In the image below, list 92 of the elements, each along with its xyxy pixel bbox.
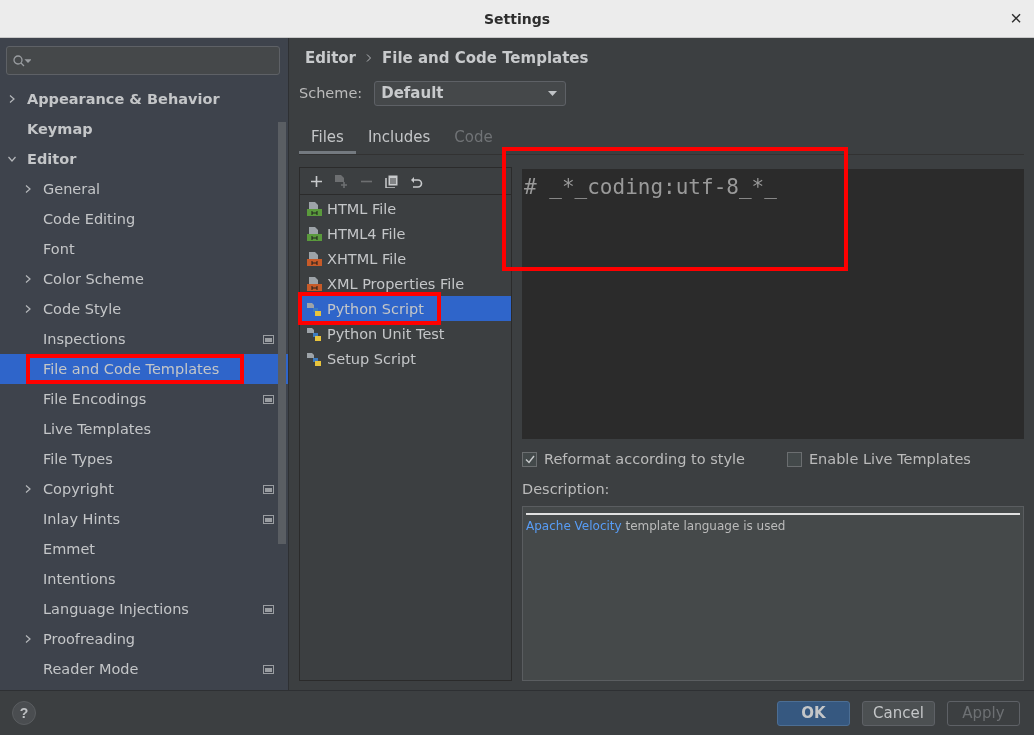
template-item[interactable]: HTML4 File [300, 221, 511, 246]
tree-label: Inspections [43, 331, 127, 347]
chevron-icon [8, 155, 16, 163]
tree-label: Inlay Hints [43, 511, 121, 527]
chevron-icon [24, 635, 32, 643]
file-type-icon [306, 200, 322, 217]
link[interactable]: Apache Velocity [526, 519, 622, 533]
tree-item[interactable]: Appearance & Behavior [0, 84, 288, 114]
tree-label: Intentions [43, 571, 117, 587]
tree-item[interactable]: Live Templates [0, 414, 288, 444]
dialog-button[interactable]: Cancel [862, 700, 935, 726]
project-scope-icon [263, 394, 274, 404]
tree-item[interactable]: Color Scheme [0, 264, 288, 294]
tree-item[interactable]: Reader Mode [0, 654, 288, 684]
file-type-icon [306, 225, 322, 242]
tree-label: Language Injections [43, 601, 190, 617]
tree-item[interactable]: Inlay Hints [0, 504, 288, 534]
checkbox-option[interactable]: Reformat according to style [522, 451, 745, 467]
scheme-label: Scheme: [299, 85, 363, 101]
tree-label: File and Code Templates [43, 361, 221, 377]
search-field[interactable] [6, 46, 280, 75]
tree-item[interactable]: General [0, 174, 288, 204]
tree-item[interactable]: Inspections [0, 324, 288, 354]
caret-icon [548, 90, 558, 96]
tree-label: Copyright [43, 481, 115, 497]
project-scope-icon [263, 514, 274, 524]
dialog-button[interactable]: OK [777, 700, 850, 726]
tree-label: Code Editing [43, 211, 137, 227]
checkmark-icon [524, 454, 535, 464]
tree-label: Keymap [27, 121, 94, 137]
python-file-icon [306, 325, 322, 342]
tree-item[interactable]: Intentions [0, 564, 288, 594]
code-line: # _*_coding:utf-8_*_ [524, 175, 777, 199]
tree-label: General [43, 181, 102, 197]
python-file-icon [306, 300, 322, 317]
plus-icon[interactable] [310, 175, 322, 187]
tab[interactable]: Includes [355, 122, 443, 154]
tree-label: Reader Mode [43, 661, 140, 677]
tree-item[interactable]: Language Injections [0, 594, 288, 624]
description-text: Apache Velocity template language is used [526, 519, 787, 533]
tree-item[interactable]: Code Editing [0, 204, 288, 234]
template-item[interactable]: HTML File [300, 196, 511, 221]
tree-label: Live Templates [43, 421, 152, 437]
window-title: Settings [483, 10, 551, 27]
tree-item[interactable]: Code Style [0, 294, 288, 324]
tree-item[interactable]: Font [0, 234, 288, 264]
tab[interactable]: Files [299, 122, 356, 154]
tree-label: Font [43, 241, 76, 257]
chevron-icon [24, 485, 32, 493]
tree-label: Emmet [43, 541, 97, 557]
chevron-icon [8, 95, 16, 103]
template-item[interactable]: Python Unit Test [300, 321, 511, 346]
help-button[interactable]: ? [12, 701, 36, 725]
tree-item[interactable]: File Types [0, 444, 288, 474]
tree-item[interactable]: Editor [0, 144, 288, 174]
project-scope-icon [263, 604, 274, 614]
tree-item[interactable]: Proofreading [0, 624, 288, 654]
tree-item[interactable]: File and Code Templates [0, 354, 288, 384]
template-item[interactable]: XML Properties File [300, 271, 511, 296]
template-item[interactable]: XHTML File [300, 246, 511, 271]
project-scope-icon [263, 334, 274, 344]
scrollbar[interactable] [278, 122, 286, 544]
tree-label: Appearance & Behavior [27, 91, 221, 107]
file-type-icon [306, 275, 322, 292]
chevron-icon [24, 275, 32, 283]
chevron-icon [24, 185, 32, 193]
python-file-icon [306, 350, 322, 367]
tree-item[interactable]: Emmet [0, 534, 288, 564]
scheme-dropdown[interactable]: Default [374, 80, 567, 106]
tree-label: Proofreading [43, 631, 137, 647]
close-button[interactable]: × [1006, 8, 1026, 28]
tree-label: Editor [27, 151, 78, 167]
chevron-icon [24, 305, 32, 313]
tree-item[interactable]: Copyright [0, 474, 288, 504]
search-icon [13, 54, 31, 67]
tree-item[interactable]: File Encodings [0, 384, 288, 414]
tree-item[interactable]: Keymap [0, 114, 288, 144]
copy-icon[interactable] [384, 174, 398, 188]
tree-label: File Encodings [43, 391, 148, 407]
tree-label: Color Scheme [43, 271, 145, 287]
file-type-icon [306, 250, 322, 267]
template-item[interactable]: Setup Script [300, 346, 511, 371]
breadcrumb-item: File and Code Templates [382, 49, 589, 67]
code-editor[interactable]: # _*_coding:utf-8_*_ [522, 169, 1024, 439]
checkbox-option[interactable]: Enable Live Templates [786, 451, 971, 467]
breadcrumb-item: Editor [305, 49, 356, 67]
tree-label: File Types [43, 451, 114, 467]
description-label: Description: [522, 481, 611, 499]
project-scope-icon [263, 664, 274, 674]
tree-label: Code Style [43, 301, 123, 317]
chevron-icon [366, 54, 372, 62]
project-scope-icon [263, 484, 274, 494]
